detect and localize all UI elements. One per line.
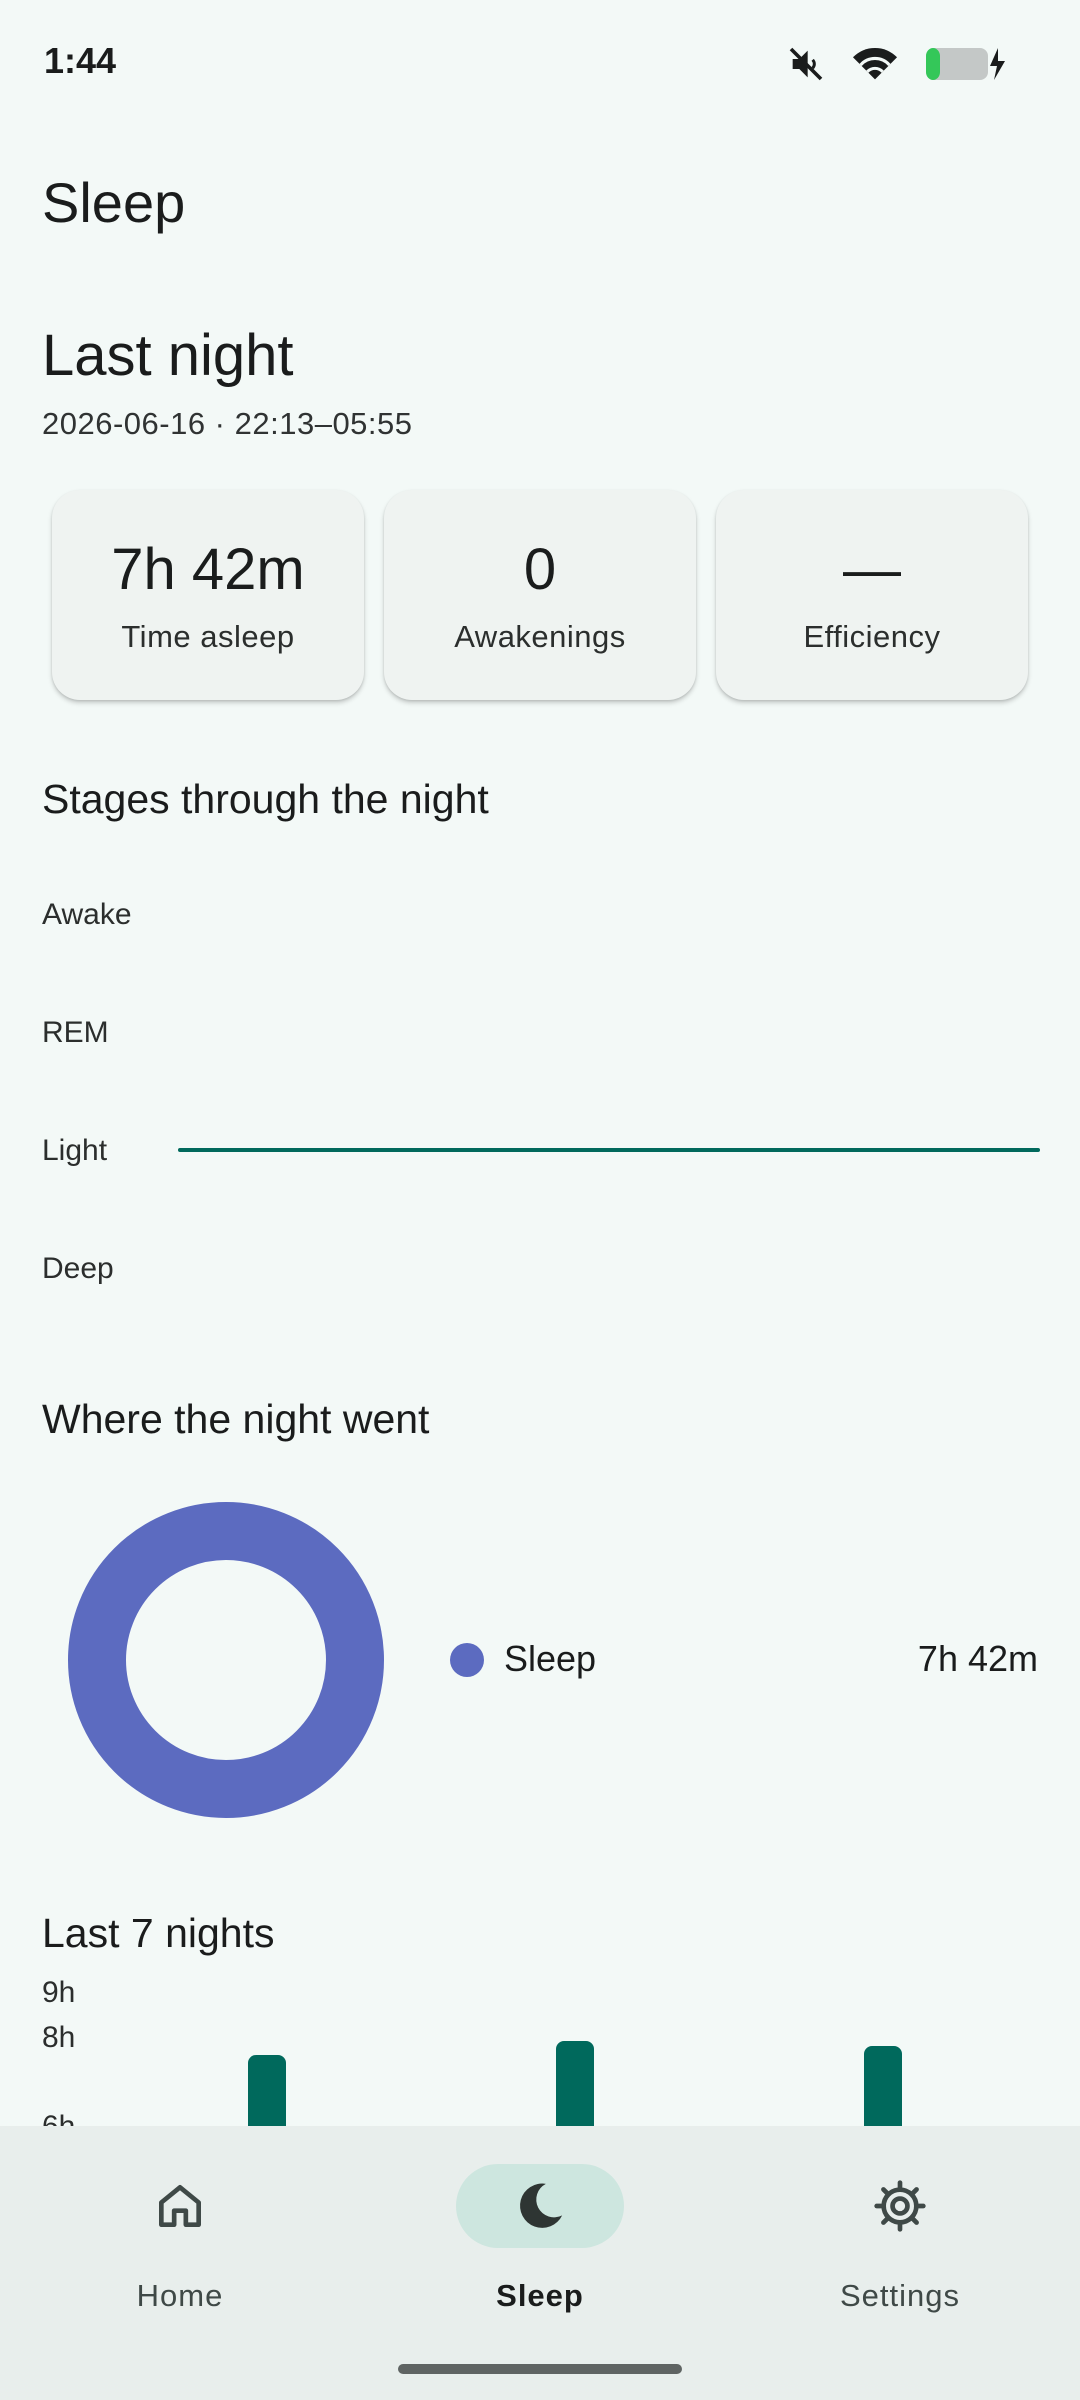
stat-card-awakenings: 0 Awakenings: [384, 490, 696, 700]
stat-label: Efficiency: [803, 619, 941, 654]
stat-label: Awakenings: [454, 619, 626, 654]
nav-icon-container: [816, 2164, 984, 2248]
stat-value: 7h 42m: [111, 537, 305, 602]
page-title: Sleep: [42, 171, 186, 234]
bottom-navigation: Home Sleep Settings: [0, 2126, 1080, 2400]
stat-card-efficiency: — Efficiency: [716, 490, 1028, 700]
legend-value-sleep: 7h 42m: [917, 1638, 1038, 1679]
gear-icon: [874, 2180, 926, 2232]
bar-night-1: [248, 2054, 286, 2126]
nav-item-home[interactable]: Home: [0, 2126, 360, 2400]
bar-night-2: [556, 2041, 594, 2126]
weekly-heading: Last 7 nights: [42, 1910, 275, 1956]
nav-item-sleep[interactable]: Sleep: [360, 2126, 720, 2400]
stat-value: —: [843, 537, 901, 602]
legend-label-sleep: Sleep: [504, 1638, 597, 1679]
nav-label-settings: Settings: [839, 2278, 960, 2313]
stat-label: Time asleep: [121, 619, 295, 654]
sleep-donut-chart: [68, 1502, 384, 1818]
legend-dot-sleep: [450, 1643, 484, 1677]
y-tick-6h: 6h: [42, 2110, 75, 2126]
stage-line-light: [178, 1148, 1040, 1152]
date-range: 2026-06-16 · 22:13–05:55: [42, 406, 413, 441]
stage-label-light: Light: [42, 1134, 108, 1167]
y-tick-9h: 9h: [42, 1976, 76, 2009]
nav-label-home: Home: [136, 2278, 224, 2313]
bar-night-3: [864, 2045, 902, 2126]
nav-item-settings[interactable]: Settings: [720, 2126, 1080, 2400]
sleep-content[interactable]: Sleep Last night 2026-06-16 · 22:13–05:5…: [0, 0, 1080, 2126]
stat-cards: 7h 42m Time asleep 0 Awakenings — Effici…: [52, 490, 1028, 700]
stage-label-deep: Deep: [42, 1252, 114, 1285]
moon-icon: [520, 2183, 563, 2228]
home-icon: [159, 2185, 202, 2227]
stages-heading: Stages through the night: [42, 776, 489, 822]
home-indicator: [398, 2364, 682, 2374]
sleep-screen: 1:44 Sleep Last night 2026-06-16 · 22:13…: [0, 0, 1080, 2400]
nav-icon-container: [456, 2164, 624, 2248]
last-night-heading: Last night: [42, 323, 294, 388]
breakdown-heading: Where the night went: [42, 1396, 430, 1442]
stage-label-awake: Awake: [42, 898, 132, 931]
nav-label-sleep: Sleep: [496, 2278, 584, 2313]
y-tick-8h: 8h: [42, 2021, 76, 2054]
stat-card-time-asleep: 7h 42m Time asleep: [52, 490, 364, 700]
donut-ring-sleep: [68, 1502, 384, 1818]
stat-value: 0: [523, 537, 557, 602]
stage-label-rem: REM: [42, 1016, 109, 1049]
nav-icon-container: [96, 2164, 264, 2248]
